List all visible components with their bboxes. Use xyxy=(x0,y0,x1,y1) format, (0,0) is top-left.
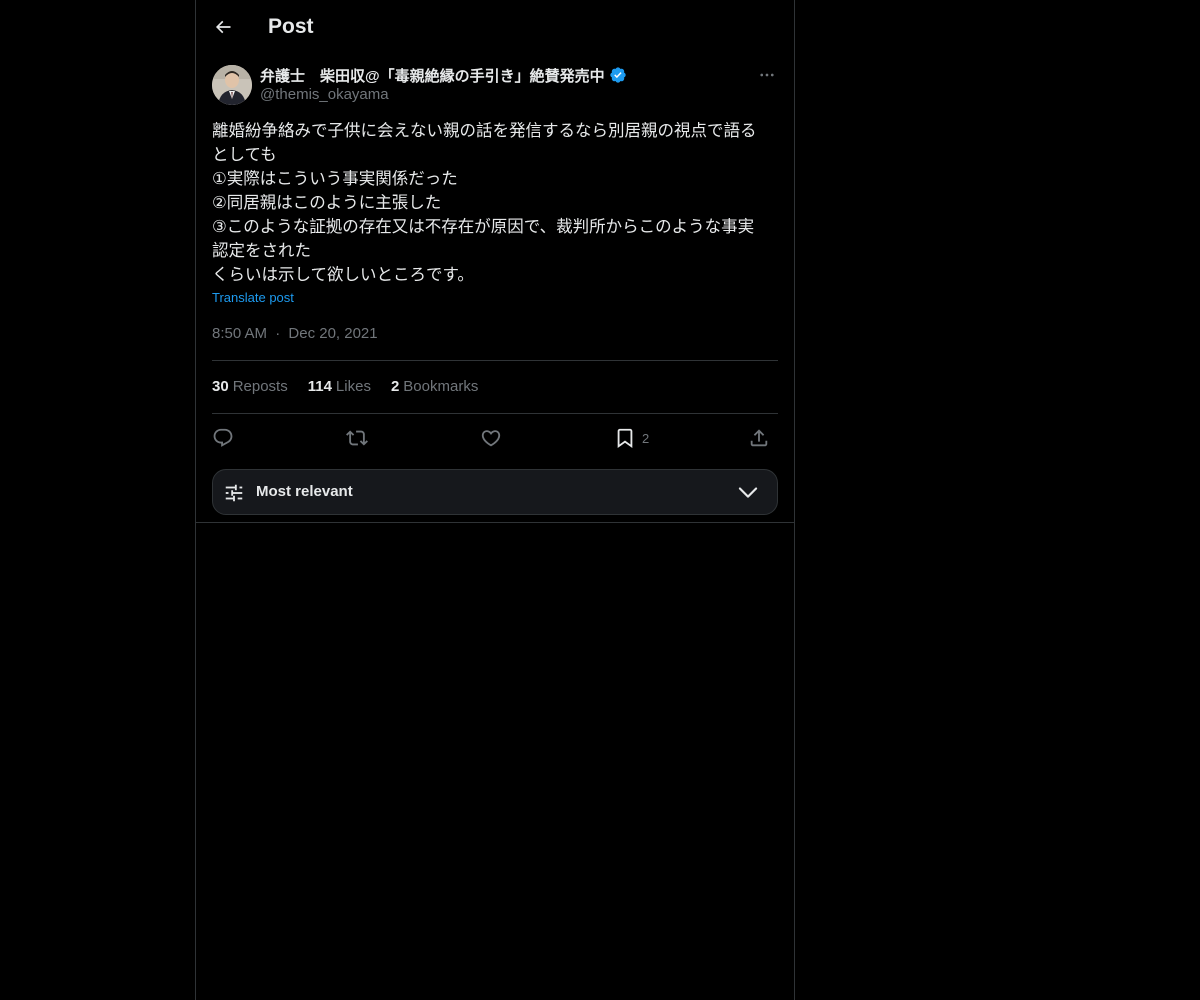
author-name[interactable]: 弁護士 柴田収@「毒親絶縁の手引き」絶賛発売中 xyxy=(260,65,605,86)
post-text-line: 認定をされた xyxy=(212,241,311,260)
reposts-stat[interactable]: 30 Reposts xyxy=(212,378,288,395)
likes-label: Likes xyxy=(335,378,371,395)
bookmarks-label: Bookmarks xyxy=(403,378,479,395)
heart-icon xyxy=(481,430,501,447)
post-text-line: ③このような証拠の存在又は不存在が原因で、裁判所からこのような事実 xyxy=(212,217,755,236)
bookmarks-stat[interactable]: 2 Bookmarks xyxy=(391,378,478,395)
avatar[interactable] xyxy=(212,65,252,105)
reply-button[interactable] xyxy=(212,424,234,452)
avatar-image xyxy=(212,65,252,105)
more-button[interactable] xyxy=(754,64,780,86)
divider xyxy=(196,522,794,523)
post-time[interactable]: 8:50 AM xyxy=(212,325,267,342)
author-name-row[interactable]: 弁護士 柴田収@「毒親絶縁の手引き」絶賛発売中 xyxy=(260,63,627,87)
arrow-left-icon xyxy=(215,20,231,34)
bookmark-count: 2 xyxy=(642,430,650,446)
likes-count: 114 xyxy=(307,378,332,395)
bookmark-button[interactable]: 2 xyxy=(614,424,649,452)
post-text: 離婚紛争絡みで子供に会えない親の話を発信するなら別居親の視点で語る としても ①… xyxy=(212,119,778,287)
chevron-down-icon xyxy=(738,487,758,498)
reply-icon xyxy=(213,428,233,447)
page-title: Post xyxy=(268,15,314,38)
post-timestamp[interactable]: 8:50 AM · Dec 20, 2021 xyxy=(212,325,378,342)
repost-button[interactable] xyxy=(346,424,368,452)
sort-replies-dropdown[interactable]: Most relevant xyxy=(212,469,778,515)
back-button[interactable] xyxy=(210,12,236,42)
sliders-icon xyxy=(225,484,243,502)
top-bar: Post xyxy=(196,0,794,54)
post-text-line: ②同居親はこのように主張した xyxy=(212,193,442,212)
action-bar: 2 xyxy=(212,424,778,452)
more-horizontal-icon xyxy=(760,73,774,77)
bookmark-icon xyxy=(617,428,633,449)
reposts-label: Reposts xyxy=(232,378,288,395)
main-column: Post 弁護士 柴田収@「毒親絶縁の手引き」絶賛発売中 @themis_oka… xyxy=(195,0,795,1000)
sort-label: Most relevant xyxy=(256,483,353,500)
post-date[interactable]: Dec 20, 2021 xyxy=(288,325,377,342)
like-button[interactable] xyxy=(480,424,502,452)
post-text-line: としても xyxy=(212,145,277,164)
divider xyxy=(212,413,778,414)
bookmarks-count: 2 xyxy=(390,378,400,395)
likes-stat[interactable]: 114 Likes xyxy=(308,378,371,395)
reposts-count: 30 xyxy=(212,378,229,395)
timestamp-separator: · xyxy=(275,325,281,342)
repost-icon xyxy=(346,430,368,446)
post-text-line: くらいは示して欲しいところです。 xyxy=(212,265,474,284)
divider xyxy=(212,360,778,361)
author-handle[interactable]: @themis_okayama xyxy=(260,86,389,103)
post-stats: 30 Reposts 114 Likes 2 Bookmarks xyxy=(212,378,498,395)
share-icon xyxy=(750,429,768,447)
post-text-line: 離婚紛争絡みで子供に会えない親の話を発信するなら別居親の視点で語る xyxy=(212,121,757,140)
share-button[interactable] xyxy=(748,424,770,452)
translate-post-link[interactable]: Translate post xyxy=(212,290,294,305)
verified-badge-icon[interactable] xyxy=(609,66,627,84)
post-text-line: ①実際はこういう事実関係だった xyxy=(212,169,458,188)
